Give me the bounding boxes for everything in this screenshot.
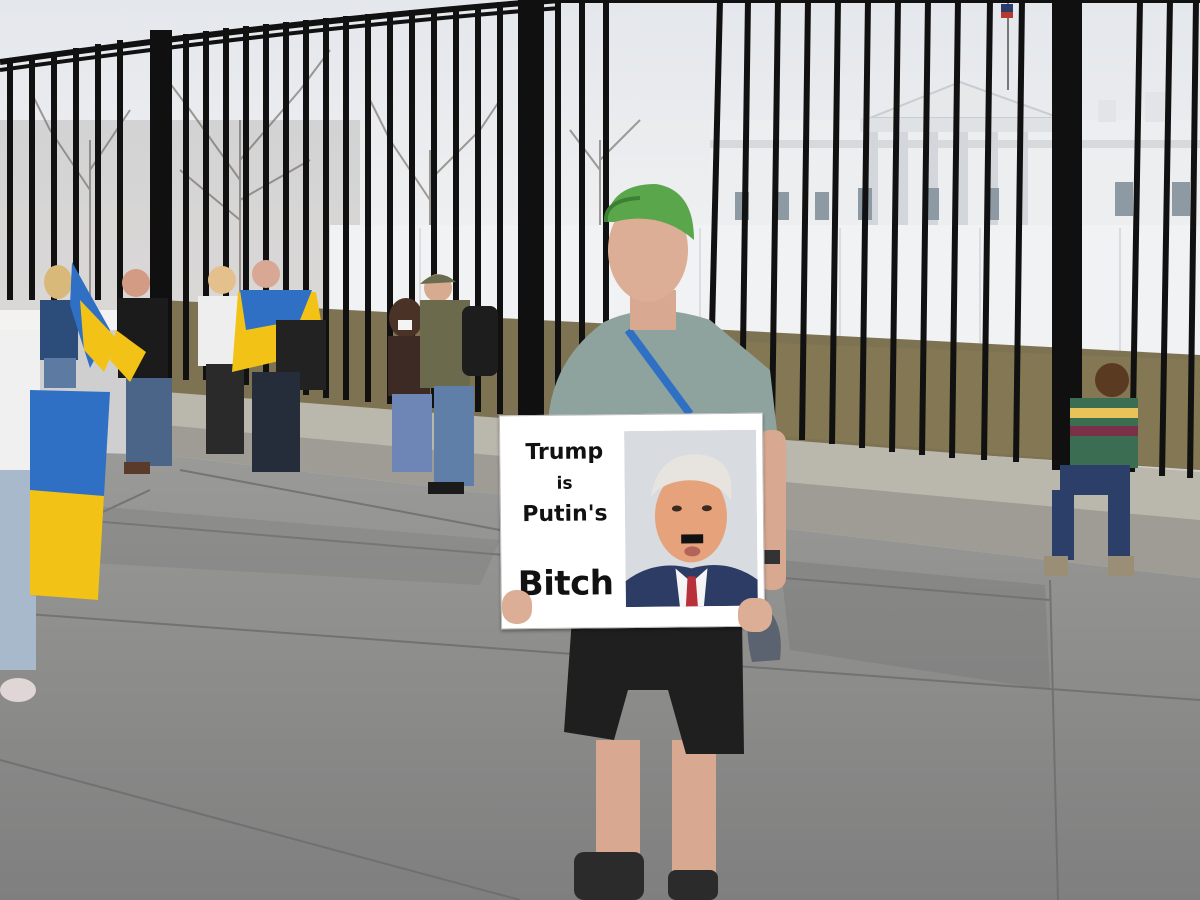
protest-sign: Trump is Putin's Bitch xyxy=(498,412,766,630)
sign-line-2: is xyxy=(556,473,573,494)
photo-scene: Trump is Putin's Bitch xyxy=(0,0,1200,900)
right-hand xyxy=(738,598,772,632)
sign-line-3: Putin's xyxy=(522,501,608,528)
portrait-icon xyxy=(624,429,758,608)
sign-line-1: Trump xyxy=(525,439,604,466)
left-hand xyxy=(502,590,532,624)
